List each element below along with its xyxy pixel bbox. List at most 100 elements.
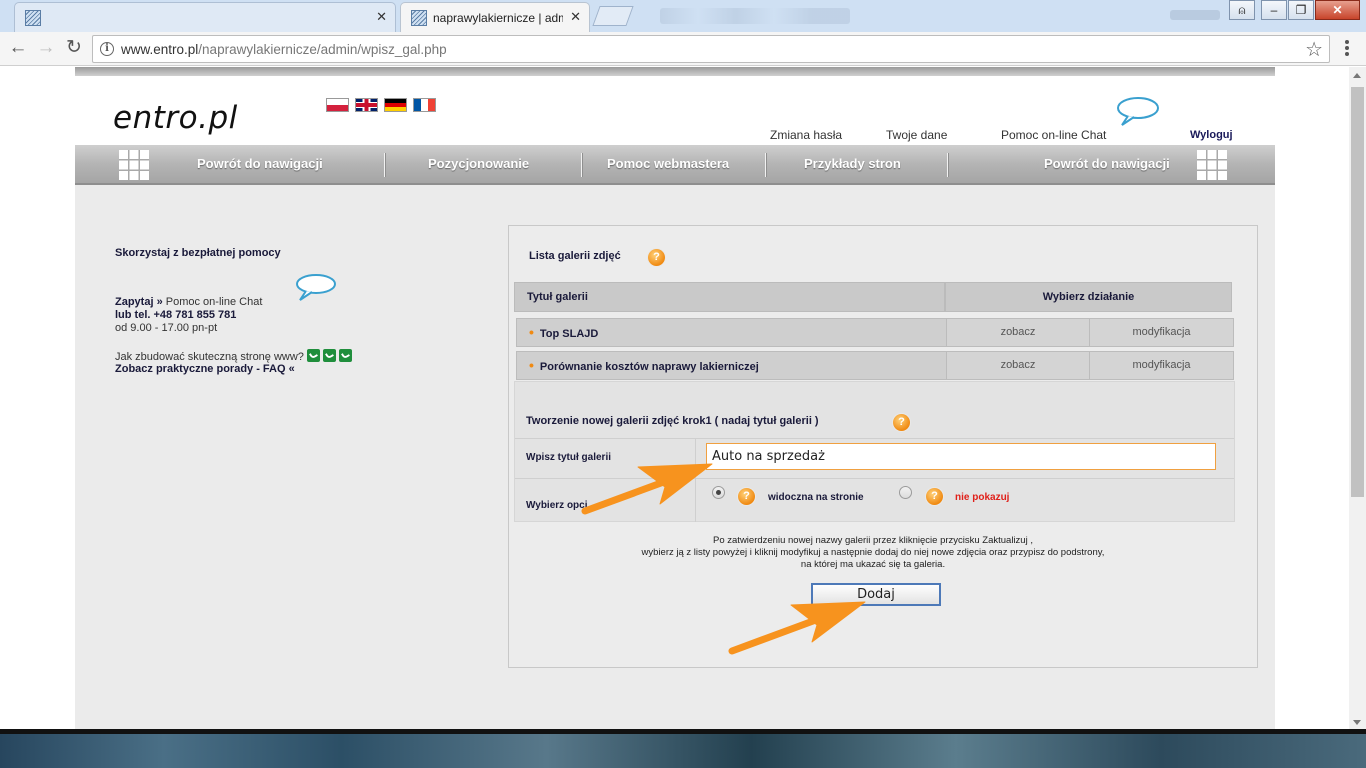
tab-title: naprawylakiernicze | adm [433, 11, 563, 25]
sidebar-phone: lub tel. +48 781 855 781 [115, 309, 236, 321]
instructions-line: na której ma ukazać się ta galeria. [800, 559, 946, 570]
visible-radio[interactable] [712, 486, 725, 499]
main-navigation: Powrót do nawigacji Pozycjonowanie Pomoc… [75, 145, 1275, 185]
sidebar-chat-link[interactable]: Pomoc on-line Chat [166, 296, 263, 308]
desktop-taskbar [0, 729, 1366, 768]
options-label: Wybierz opcj [526, 500, 588, 511]
chat-bubble-icon[interactable] [295, 274, 337, 302]
nav-positioning[interactable]: Pozycjonowanie [428, 145, 529, 183]
online-help-chat-link[interactable]: Pomoc on-line Chat [1001, 128, 1106, 142]
instructions-text: Po zatwierdzeniu nowej nazwy galerii prz… [509, 535, 1237, 571]
modify-gallery-button[interactable]: modyfikacja [1089, 319, 1233, 346]
site-logo[interactable]: entro.pl [113, 100, 238, 136]
your-data-link[interactable]: Twoje dane [886, 128, 947, 142]
new-gallery-form: Tworzenie nowej galerii zdjęć krok1 ( na… [514, 381, 1235, 522]
modify-gallery-button[interactable]: modyfikacja [1089, 352, 1233, 379]
hidden-option-label: nie pokazuj [955, 492, 1010, 503]
new-gallery-title: Tworzenie nowej galerii zdjęć krok1 ( na… [526, 415, 819, 427]
browser-tab-bar: ✕ naprawylakiernicze | adm ✕ ⍝ – ❐ ✕ [0, 0, 1366, 32]
help-question-icon[interactable]: ? [926, 488, 943, 505]
grid-menu-icon[interactable] [119, 150, 149, 180]
help-question-icon[interactable]: ? [893, 414, 910, 431]
table-row: Top SLAJD zobacz modyfikacja [516, 318, 1234, 347]
browser-tab-active[interactable]: naprawylakiernicze | adm ✕ [400, 2, 590, 32]
browser-tab-inactive[interactable]: ✕ [14, 2, 396, 32]
table-row: Porównanie kosztów naprawy lakierniczej … [516, 351, 1234, 380]
sidebar-faq-question: Jak zbudować skuteczną stronę www? [115, 349, 352, 363]
green-check-icon [306, 349, 320, 362]
faq-link[interactable]: Zobacz praktyczne porady - FAQ « [115, 363, 295, 375]
hidden-radio[interactable] [899, 486, 912, 499]
minimize-window-button[interactable]: – [1261, 0, 1287, 20]
visible-option-label: widoczna na stronie [768, 492, 864, 503]
close-tab-icon[interactable]: ✕ [376, 9, 387, 25]
add-gallery-button[interactable]: Dodaj [811, 583, 941, 606]
site-container: entro.pl Zmiana hasła Twoje dane Pomoc o… [75, 67, 1275, 729]
gallery-name: Top SLAJD [517, 319, 598, 346]
gallery-list-title: Lista galerii zdjęć [529, 250, 621, 262]
user-profile-button[interactable]: ⍝ [1229, 0, 1255, 20]
form-column-divider [695, 438, 696, 522]
flag-english-icon[interactable] [355, 98, 378, 112]
instructions-line: wybierz ją z listy powyżej i kliknij mod… [641, 547, 1105, 558]
grid-menu-icon[interactable] [1197, 150, 1227, 180]
nav-back-to-navigation-right[interactable]: Powrót do nawigacji [1044, 145, 1170, 183]
gallery-name: Porównanie kosztów naprawy lakierniczej [517, 352, 759, 379]
page-viewport: entro.pl Zmiana hasła Twoje dane Pomoc o… [0, 67, 1349, 729]
reload-icon[interactable]: ↻ [62, 37, 86, 61]
change-password-link[interactable]: Zmiana hasła [770, 128, 842, 142]
browser-address-bar: ← → ↻ i www.entro.pl/naprawylakiernicze/… [0, 32, 1366, 66]
url-text: www.entro.pl/naprawylakiernicze/admin/wp… [121, 42, 447, 57]
site-info-icon[interactable]: i [100, 42, 114, 56]
close-tab-icon[interactable]: ✕ [570, 9, 581, 25]
gallery-title-input[interactable]: Auto na sprzedaż [706, 443, 1216, 470]
logout-link[interactable]: Wyloguj [1190, 129, 1233, 141]
flag-polish-icon[interactable] [326, 98, 349, 112]
gallery-panel: Lista galerii zdjęć ? Tytuł galerii Wybi… [508, 225, 1258, 668]
url-input[interactable]: i www.entro.pl/naprawylakiernicze/admin/… [92, 35, 1330, 63]
forward-arrow-icon[interactable]: → [34, 37, 58, 61]
close-window-button[interactable]: ✕ [1315, 0, 1360, 20]
flag-german-icon[interactable] [384, 98, 407, 112]
phone-number: lub tel. +48 781 855 781 [115, 309, 237, 321]
back-arrow-icon[interactable]: ← [6, 37, 30, 61]
maximize-window-button[interactable]: ❐ [1288, 0, 1314, 20]
site-favicon-icon [411, 10, 427, 26]
sidebar-ask-line: Zapytaj » Pomoc on-line Chat [115, 296, 262, 308]
green-check-icon [322, 349, 336, 362]
view-gallery-button[interactable]: zobacz [946, 352, 1089, 379]
sidebar-faq: Zobacz praktyczne porady - FAQ « [115, 363, 295, 375]
form-divider [515, 438, 1234, 439]
scroll-up-icon[interactable] [1353, 73, 1361, 78]
nav-separator [947, 153, 948, 177]
ask-arrow: » [156, 296, 163, 308]
bookmark-star-icon[interactable]: ☆ [1305, 37, 1323, 62]
help-question-icon[interactable]: ? [648, 249, 665, 266]
chat-bubble-icon[interactable] [1116, 97, 1160, 127]
title-field-label: Wpisz tytuł galerii [526, 452, 612, 463]
nav-separator [384, 153, 385, 177]
form-divider [515, 478, 1234, 479]
url-path: /naprawylakiernicze/admin/wpisz_gal.php [198, 42, 447, 57]
scroll-down-icon[interactable] [1353, 720, 1361, 725]
site-favicon-icon [25, 10, 41, 26]
blurred-profile-name [1170, 10, 1220, 20]
blurred-toolbar-icons [660, 8, 850, 24]
url-host: www.entro.pl [121, 42, 199, 57]
page-scrollbar[interactable] [1349, 67, 1366, 729]
new-tab-button[interactable] [592, 6, 634, 26]
nav-site-examples[interactable]: Przykłady stron [804, 145, 901, 183]
ask-label: Zapytaj [115, 296, 154, 308]
nav-back-to-navigation[interactable]: Powrót do nawigacji [197, 145, 323, 183]
nav-separator [581, 153, 582, 177]
nav-webmaster-help[interactable]: Pomoc webmastera [607, 145, 729, 183]
scrollbar-thumb[interactable] [1351, 87, 1364, 497]
flag-french-icon[interactable] [413, 98, 436, 112]
view-gallery-button[interactable]: zobacz [946, 319, 1089, 346]
help-question-icon[interactable]: ? [738, 488, 755, 505]
sidebar-hours: od 9.00 - 17.00 pn-pt [115, 322, 218, 334]
green-check-icon [338, 349, 352, 362]
instructions-line: Po zatwierdzeniu nowej nazwy galerii prz… [713, 535, 1033, 546]
browser-menu-icon[interactable] [1341, 38, 1353, 60]
column-header-title: Tytuł galerii [514, 282, 945, 312]
